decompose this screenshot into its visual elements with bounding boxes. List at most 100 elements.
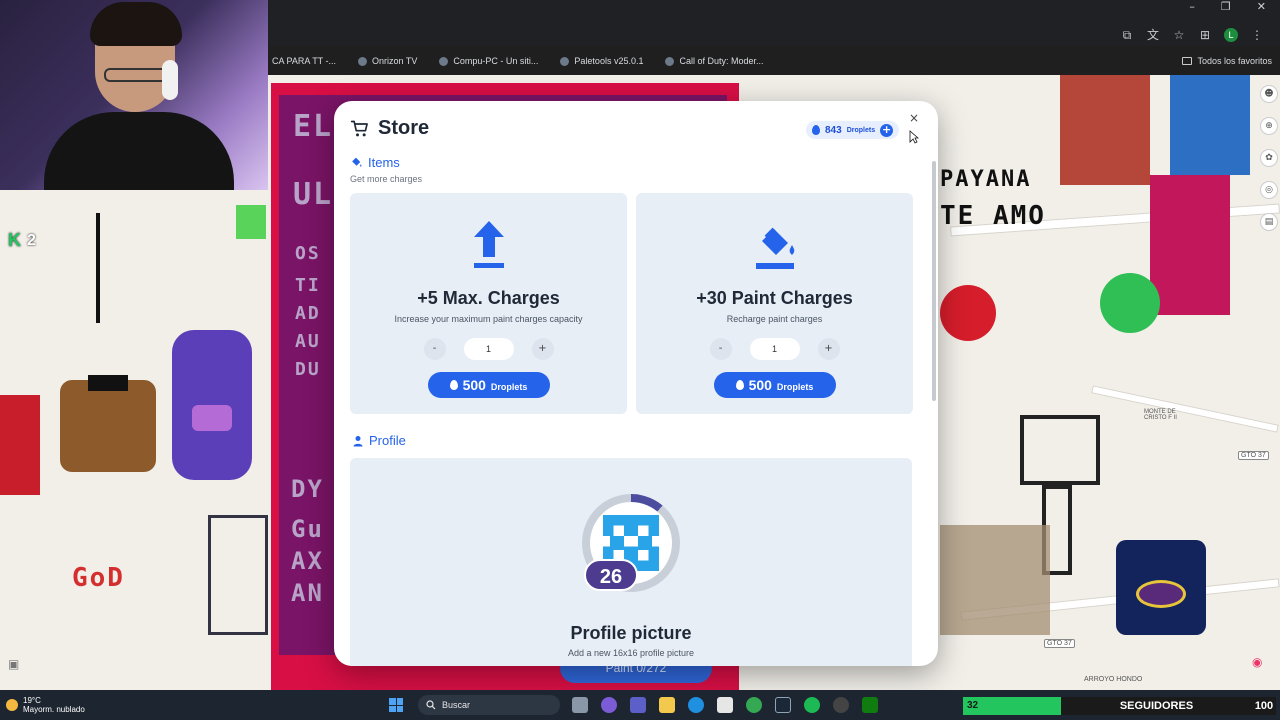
pixel-character-art [1150,175,1230,315]
store-item-profile-picture: 26 Profile picture Add a new 16x16 profi… [350,458,912,666]
profile-avatar[interactable]: L [1224,28,1238,42]
screen: – ❐ ✕ ⧉ 文 ☆ ⊞ L ⋮ CA PARA TT -... Onrizo… [0,0,1280,720]
pixel-text: DU [295,359,321,380]
side-toolbar: ☻ ⊕ ✿ ◎ ▤ [1260,85,1278,231]
chrome-icon[interactable] [746,697,762,713]
quantity-input[interactable]: 1 [463,338,514,360]
paw-tool-icon[interactable]: ✿ [1260,149,1278,167]
pixel-red-art [0,395,40,495]
browser-toolbar-icons: ⧉ 文 ☆ ⊞ L ⋮ [1120,28,1264,42]
window-controls: – ❐ ✕ [1189,0,1266,16]
install-app-icon[interactable]: ⧉ [1120,28,1134,42]
pixel-bunny-face [192,405,232,431]
kick-counter: K 2 [8,230,36,250]
upload-arrow-icon [473,221,504,268]
bookmark-item[interactable]: Onrizon TV [358,56,417,66]
taskbar-search[interactable]: Buscar [418,695,560,715]
close-modal-button[interactable]: × [907,111,921,125]
maximize-button[interactable]: ❐ [1221,0,1231,16]
pixel-character-art [1060,75,1150,185]
pixel-character-art [1170,75,1250,175]
close-window-button[interactable]: ✕ [1257,0,1266,16]
quantity-input[interactable]: 1 [749,338,800,360]
xbox-icon[interactable] [862,697,878,713]
pixel-text: AD [295,303,321,324]
bookmark-favicon-icon [439,56,449,66]
webcam-overlay [0,0,268,190]
pixel-text: AX [291,547,324,575]
steam-icon[interactable] [775,697,791,713]
weather-widget[interactable]: 19°C Mayorm. nublado [6,696,85,714]
canvas-info-icon[interactable]: ◉ [1252,655,1262,669]
menu-icon[interactable]: ⋮ [1250,28,1264,42]
cart-icon [350,120,368,136]
minimize-button[interactable]: – [1189,0,1195,16]
taskbar-apps [572,697,878,713]
map-label: GTO 37 [1044,639,1075,648]
pixel-grid-art [208,515,268,635]
bookmark-favicon-icon [358,56,368,66]
webcam-glasses [104,68,168,82]
spotify-icon[interactable] [804,697,820,713]
item-description: Recharge paint charges [726,314,823,324]
pixel-text: AN [291,579,324,607]
task-view-icon[interactable] [572,697,588,713]
droplet-icon [735,380,744,390]
pixel-text: AU [295,331,321,352]
extensions-icon[interactable]: ⊞ [1198,28,1212,42]
leaderboard-tool-icon[interactable]: ▤ [1260,213,1278,231]
pixel-cat-art [1020,415,1100,485]
search-icon [426,700,436,710]
star-icon[interactable]: ☆ [1172,28,1186,42]
profile-tool-icon[interactable]: ☻ [1260,85,1278,103]
pixel-circle-art [940,285,996,341]
map-label: GTO 37 [1238,451,1269,460]
items-section-heading: Items [350,155,400,170]
teams-icon[interactable] [630,697,646,713]
store-tool-icon[interactable]: ⊕ [1260,117,1278,135]
canvas-settings-icon[interactable]: ▣ [8,657,19,671]
modal-scrollbar[interactable] [932,161,936,401]
item-title: +30 Paint Charges [696,288,853,308]
store-item-max-charges: +5 Max. Charges Increase your maximum pa… [350,193,627,414]
decrease-quantity-button[interactable]: - [423,338,446,360]
store-app-icon[interactable] [717,697,733,713]
pixel-mask-eyes [1136,580,1186,608]
bookmark-item[interactable]: CA PARA TT -... [272,56,336,66]
store-item-paint-charges: +30 Paint Charges Recharge paint charges… [636,193,913,414]
kick-logo-icon: K [8,230,21,250]
edge-icon[interactable] [688,697,704,713]
profile-picture-description: Add a new 16x16 profile picture [567,648,695,658]
bookmark-item[interactable]: Paletools v25.0.1 [560,56,643,66]
increase-quantity-button[interactable]: + [531,338,554,360]
profile-picture-title: Profile picture [570,623,692,643]
bookmark-item[interactable]: Call of Duty: Moder... [665,56,764,66]
profile-section-heading: Profile [352,433,406,448]
copilot-icon[interactable] [601,697,617,713]
obs-icon[interactable] [833,697,849,713]
pixel-green-art [1100,273,1160,333]
decrease-quantity-button[interactable]: - [709,338,732,360]
pixel-text: TE AMO [940,201,1046,231]
file-explorer-icon[interactable] [659,697,675,713]
user-icon [353,435,363,446]
bookmarks-bar: CA PARA TT -... Onrizon TV Compu-PC - Un… [268,50,1280,72]
followers-goal-widget: 32 SEGUIDORES 100 [963,697,1276,715]
droplet-icon [449,380,458,390]
store-modal: Store 843 Droplets + × Items Get more ch… [334,101,938,666]
all-bookmarks-button[interactable]: Todos los favoritos [1182,50,1272,72]
increase-quantity-button[interactable]: + [817,338,840,360]
explore-tool-icon[interactable]: ◎ [1260,181,1278,199]
webcam-person-hair [90,2,182,46]
bookmark-item[interactable]: Compu-PC - Un siti... [439,56,538,66]
buy-paint-charges-button[interactable]: 500 Droplets [713,372,836,398]
translate-icon[interactable]: 文 [1146,28,1160,42]
weather-sun-icon [6,699,18,711]
start-button[interactable] [389,698,403,712]
mouse-cursor-icon [909,130,919,144]
buy-max-charges-button[interactable]: 500 Droplets [427,372,550,398]
level-badge: 26 [584,559,638,591]
followers-progress-bar: 32 [963,697,1061,715]
paint-bucket-icon [352,157,362,167]
add-droplets-button[interactable]: + [880,123,894,137]
